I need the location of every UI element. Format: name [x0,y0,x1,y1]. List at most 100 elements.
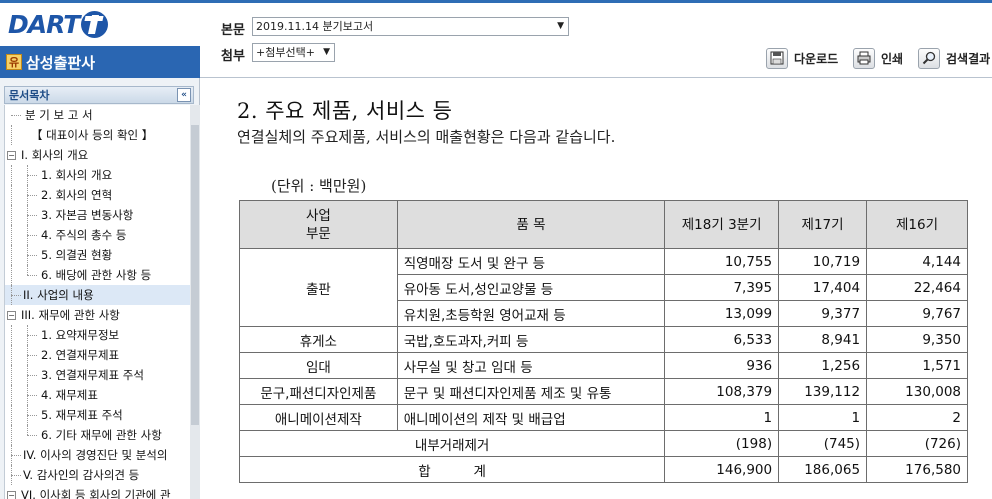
toc-item-3-5[interactable]: 5. 재무제표 주석 [5,405,190,425]
value-cell: 186,065 [778,456,868,483]
tree-expand-icon[interactable]: − [7,491,16,499]
value-cell: 13,099 [664,300,780,327]
product-cell: 애니메이션의 제작 및 배급업 [396,404,666,431]
table-row: 애니메이션제작 애니메이션의 제작 및 배급업 1 1 2 [239,404,968,431]
tree-connector [11,425,12,445]
tree-connector [27,395,37,396]
tree-connector [11,295,21,296]
toc-item-3-2[interactable]: 2. 연결재무제표 [5,345,190,365]
tree-connector [11,475,21,476]
search-results-button[interactable]: 검색결과 [918,47,990,69]
dropdown-arrow-icon: ▼ [323,47,330,57]
toc-item-report[interactable]: 분 기 보 고 서 [5,105,190,125]
tree-connector [11,385,12,405]
tree-connector [11,115,21,116]
value-cell: (745) [778,430,868,457]
toc-label: IV. 이사의 경영진단 및 분석의 [23,448,168,462]
company-name: 삼성출판사 [26,53,96,72]
tree-connector [27,375,37,376]
toc-item-management-analysis[interactable]: IV. 이사의 경영진단 및 분석의 [5,445,190,465]
toc-item-business[interactable]: II. 사업의 내용 [5,285,190,305]
toc-item-1-3[interactable]: 3. 자본금 변동사항 [5,205,190,225]
toc-label: II. 사업의 내용 [23,288,94,302]
toc-label: 1. 요약재무정보 [41,328,120,342]
toc-item-financial[interactable]: − III. 재무에 관한 사항 [5,305,190,325]
dropdown-arrow-icon: ▼ [557,21,564,31]
toc-item-1-1[interactable]: 1. 회사의 개요 [5,165,190,185]
toc-item-company-overview[interactable]: − I. 회사의 개요 [5,145,190,165]
tree-connector [27,275,37,276]
elimination-row: 내부거래제거 (198) (745) (726) [238,430,968,457]
download-button[interactable]: 다운로드 [766,47,838,69]
toc-scrollbar-thumb[interactable] [191,125,199,425]
value-cell: 8,941 [778,326,868,353]
value-cell: 6,533 [664,326,780,353]
value-cell: 17,404 [778,274,868,301]
tree-connector [11,365,12,385]
table-row: 문구,패션디자인제품 문구 및 패션디자인제품 제조 및 유통 108,379 … [239,378,968,405]
toc-label: III. 재무에 관한 사항 [21,308,120,322]
elimination-label: 내부거래제거 [238,430,666,457]
tree-connector [11,205,12,225]
tree-connector [11,265,12,285]
tree-connector [27,265,28,275]
tree-expand-icon[interactable]: − [7,311,16,320]
logo-mark-icon [81,10,109,38]
toc-label: 5. 재무제표 주석 [41,408,123,422]
toc-item-3-3[interactable]: 3. 연결재무제표 주석 [5,365,190,385]
intro-text: 연결실체의 주요제품, 서비스의 매출현황은 다음과 같습니다. [237,128,616,146]
toc-item-3-4[interactable]: 4. 재무제표 [5,385,190,405]
toc-item-3-6[interactable]: 6. 기타 재무에 관한 사항 [5,425,190,445]
value-cell: 1 [778,404,868,431]
tree-connector [27,195,37,196]
segment-cell: 출판 [239,248,398,327]
table-row: 휴게소 국밥,호도과자,커피 등 6,533 8,941 9,350 [239,326,968,353]
header-bar: DART 유 삼성출판사 본문 2019.11.14 분기보고서 ▼ 첨부 +첨… [0,0,992,78]
tree-connector [11,345,12,365]
value-cell: 146,900 [664,456,780,483]
toc-item-1-6[interactable]: 6. 배당에 관한 사항 등 [5,265,190,285]
value-cell: (198) [664,430,780,457]
product-cell: 유아동 도서,성인교양물 등 [396,274,666,301]
toc-label: 6. 배당에 관한 사항 등 [41,268,152,282]
doc-select[interactable]: 2019.11.14 분기보고서 ▼ [252,17,569,36]
value-cell: 9,377 [778,300,868,327]
tree-connector [27,175,37,176]
toc-item-audit-opinion[interactable]: V. 감사인의 감사의견 등 [5,465,190,485]
attach-select-value: +첨부선택+ [256,46,315,59]
unit-label: (단위 : 백만원) [271,177,367,195]
toc-label: 4. 주식의 총수 등 [41,228,127,242]
toc-item-3-1[interactable]: 1. 요약재무정보 [5,325,190,345]
sales-table: 사업 부문 품 목 제18기 3분기 제17기 제16기 출판 직영매장 도서 및… [238,200,968,483]
toc-label: I. 회사의 개요 [21,148,89,162]
value-cell: 936 [664,352,780,379]
value-cell: 108,379 [664,378,780,405]
toc-label: 2. 회사의 연혁 [41,188,113,202]
toc-item-1-4[interactable]: 4. 주식의 총수 등 [5,225,190,245]
toc-item-ceo-confirm[interactable]: 【 대표이사 등의 확인 】 [5,125,190,145]
toc-scrollbar[interactable] [190,105,200,499]
value-cell: 1 [664,404,780,431]
toc-item-1-5[interactable]: 5. 의결권 현황 [5,245,190,265]
tree-expand-icon[interactable]: − [7,151,16,160]
toc-label: 4. 재무제표 [41,388,98,402]
toc-item-board[interactable]: − VI. 이사회 등 회사의 기관에 관 [5,485,190,499]
table-header-row: 사업 부문 품 목 제18기 3분기 제17기 제16기 [239,200,968,249]
toc-item-1-2[interactable]: 2. 회사의 연혁 [5,185,190,205]
value-cell: 9,767 [866,300,968,327]
header-col3: 제16기 [866,200,968,249]
tree-connector [11,455,21,456]
tree-connector [11,165,12,185]
toc-label: VI. 이사회 등 회사의 기관에 관 [21,488,171,499]
print-button[interactable]: 인쇄 [853,47,903,69]
segment-cell: 휴게소 [239,326,398,353]
value-cell: (726) [866,430,968,457]
collapse-sidebar-icon[interactable]: « [177,88,191,102]
toc-label: 【 대표이사 등의 확인 】 [31,128,154,142]
tree-connector [11,325,12,345]
total-row: 합 계 146,900 186,065 176,580 [238,456,968,483]
attach-select[interactable]: +첨부선택+ ▼ [252,43,335,62]
search-results-label: 검색결과 [946,51,991,66]
tree-connector [27,435,37,436]
dart-logo[interactable]: DART [8,9,109,39]
